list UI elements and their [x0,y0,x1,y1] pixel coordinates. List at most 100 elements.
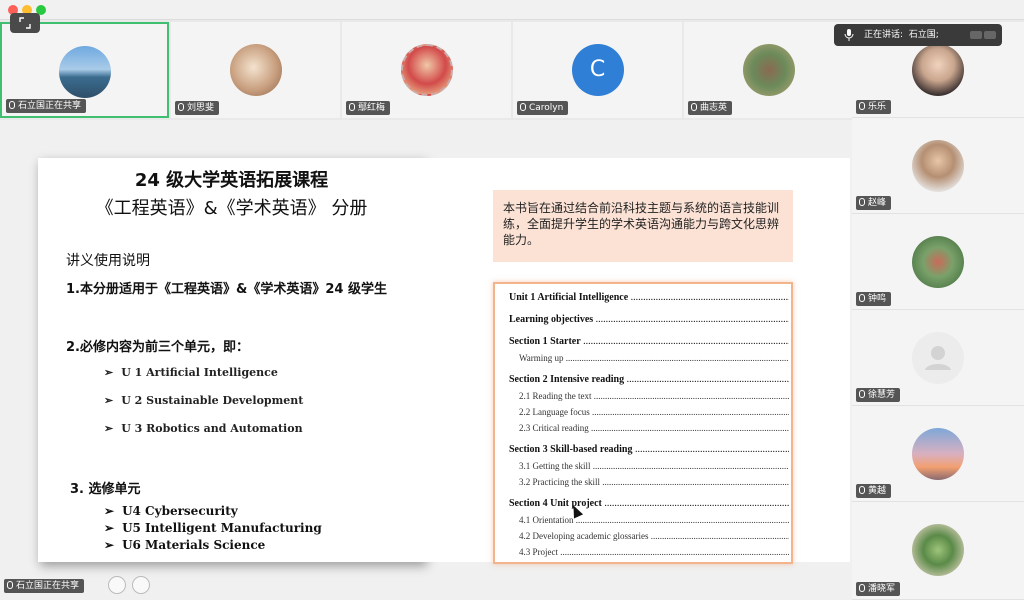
elective-unit: ➢ U4 Cybersecurity [104,504,238,518]
participant-column: 乐乐 赵峰 钟鸣 徐慧芳 黄越 潘晓军 [852,22,1024,600]
arrow-bullet-icon: ➢ [104,538,115,552]
mic-icon [859,198,865,206]
participant-name: 曲志英 [700,103,728,113]
participant-name: 鄢红梅 [358,103,386,113]
mic-icon [859,102,865,110]
toc-entry: Learning objectives [509,312,789,328]
mic-icon [520,103,526,111]
participant-tile[interactable]: C Carolyn [513,22,682,118]
avatar [229,44,282,96]
participant-tile[interactable]: 鄢红梅 [342,22,511,118]
mic-icon [691,103,697,111]
avatar [742,44,795,96]
window-title-bar [0,0,1024,20]
avatar [912,428,964,480]
arrow-bullet-icon: ➢ [104,394,114,407]
more-icon[interactable] [970,29,996,41]
mic-icon [859,584,865,592]
participant-name: Carolyn [529,103,564,113]
avatar [912,236,964,288]
toc-entry: 2.1 Reading the text [509,388,789,404]
mic-icon [859,294,865,302]
view-toggle-button[interactable] [10,13,40,33]
toc-entry: Section 1 Starter [509,334,789,350]
speaker-name: 石立国; [908,30,939,40]
avatar [400,44,453,96]
mic-icon [349,103,355,111]
participant-tile[interactable]: 赵峰 [852,118,1024,214]
toc-entry: 4.1 Orientation [509,512,789,528]
mic-icon [859,486,865,494]
participant-name-tag: 赵峰 [856,196,892,210]
participant-tile[interactable]: 黄越 [852,406,1024,502]
shared-screen: 24 级大学英语拓展课程 《工程英语》&《学术英语》 分册 讲义使用说明 1.本… [0,120,852,600]
arrow-bullet-icon: ➢ [104,521,115,535]
slide-subtitle: 《工程英语》&《学术英语》 分册 [95,198,368,219]
participant-name-tag: 乐乐 [856,100,892,114]
participant-name-tag: 潘晓军 [856,582,901,596]
toc-entry: Warming up [509,350,789,366]
required-unit: ➢ U 3 Robotics and Automation [104,422,303,435]
participant-tile[interactable]: 潘晓军 [852,502,1024,600]
toc-entry: Section 3 Skill-based reading [509,442,789,458]
participant-name: 潘晓军 [868,584,896,594]
toc-entry: 4.2 Developing academic glossaries [509,528,789,544]
participant-name-tag: 鄢红梅 [346,101,391,115]
arrow-bullet-icon: ➢ [104,422,114,435]
slide-title: 24 级大学英语拓展课程 [134,170,329,191]
toc-entry: Section 2 Intensive reading [509,372,789,388]
elective-unit: ➢ U5 Intelligent Manufacturing [104,521,322,535]
default-person-icon [912,332,964,384]
slide-right-panel: 本书旨在通过结合前沿科技主题与系统的语言技能训练，全面提升学生的学术英语沟通能力… [425,158,850,564]
participant-name: 赵峰 [868,198,887,208]
participant-tile[interactable]: 钟鸣 [852,214,1024,310]
avatar: C [571,44,624,96]
participant-name-tag: 刘思斐 [175,101,220,115]
toc-entry: 2.3 Critical reading [509,420,789,436]
participant-name-tag: Carolyn [517,101,569,115]
table-of-contents: Unit 1 Artificial Intelligence Learning o… [493,282,793,564]
participant-name: 徐慧芳 [868,390,896,400]
sharing-status-tag: 石立国正在共享 [4,579,85,593]
participant-name: 刘思斐 [187,103,215,113]
avatar [912,140,964,192]
mic-icon [7,581,13,589]
participant-name: 石立国正在共享 [18,101,82,111]
participant-name-tag: 徐慧芳 [856,388,901,402]
required-unit: ➢ U 1 Artificial Intelligence [104,366,278,379]
toc-entry: 4.3 Project [509,544,789,560]
required-unit: ➢ U 2 Sustainable Development [104,394,304,407]
participant-name-tag: 黄越 [856,484,892,498]
participant-tile[interactable]: 徐慧芳 [852,310,1024,406]
arrow-bullet-icon: ➢ [104,366,114,379]
avatar [912,524,964,576]
toc-entry: Section 4 Unit project [509,496,789,512]
point-2: 2.必修内容为前三个单元，即： [66,340,249,355]
fullscreen-icon [19,17,31,29]
avatar [58,46,111,98]
zoom-icon[interactable] [108,576,126,594]
participant-name: 黄越 [868,486,887,496]
participant-name: 乐乐 [868,102,887,112]
participant-tile[interactable]: 曲志英 [684,22,853,118]
toc-entry: 3.2 Practicing the skill [509,474,789,490]
speaking-indicator: 正在讲话: 石立国; [834,24,1002,46]
more-options-icon[interactable] [132,576,150,594]
point-3: 3. 选修单元 [70,482,141,497]
participant-tile[interactable]: 刘思斐 [171,22,340,118]
participant-tile[interactable]: 石立国正在共享 [0,22,169,118]
toc-entry: Unit 1 Artificial Intelligence [509,290,789,306]
arrow-bullet-icon: ➢ [104,504,115,518]
participant-name-tag: 钟鸣 [856,292,892,306]
toc-entry: 2.2 Language focus [509,404,789,420]
usage-heading: 讲义使用说明 [66,253,150,269]
participant-name-tag: 曲志英 [688,101,733,115]
mic-icon [9,101,15,109]
participant-name: 钟鸣 [868,294,887,304]
participant-name-tag: 石立国正在共享 [6,99,87,113]
participant-strip: 石立国正在共享 刘思斐 鄢红梅 C Carolyn 曲志英 [0,22,853,118]
avatar [912,44,964,96]
intro-text-box: 本书旨在通过结合前沿科技主题与系统的语言技能训练，全面提升学生的学术英语沟通能力… [493,190,793,262]
point-1: 1.本分册适用于《工程英语》&《学术英语》24 级学生 [66,282,387,297]
speaking-label: 正在讲话: [864,30,904,40]
